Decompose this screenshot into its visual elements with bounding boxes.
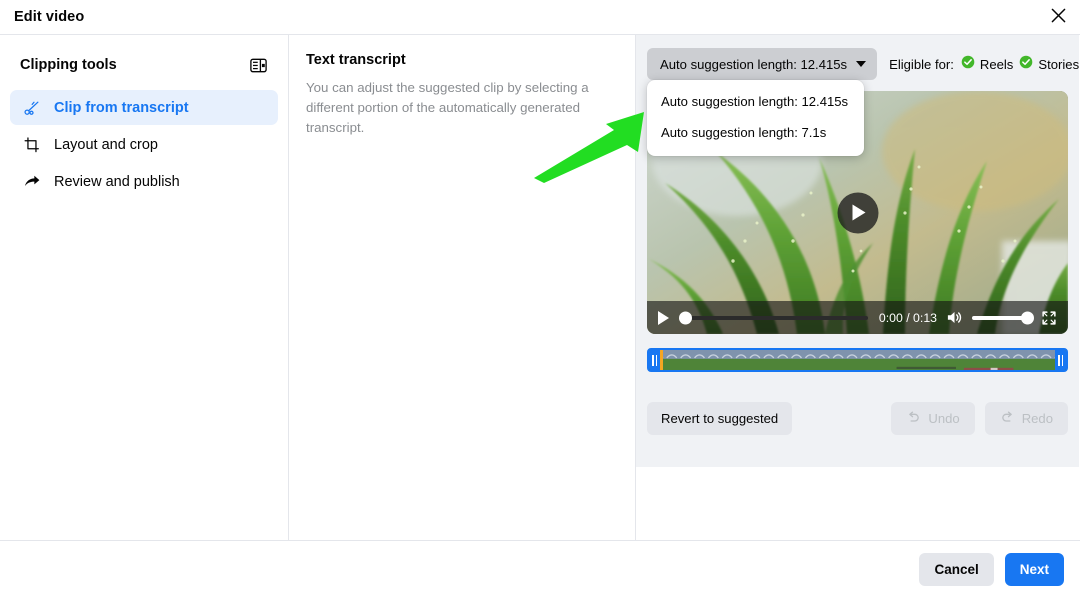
chevron-down-icon (856, 61, 867, 67)
timeline-playhead[interactable] (660, 350, 663, 370)
fullscreen-icon[interactable] (1041, 310, 1057, 326)
sidebar-item-clip-from-transcript[interactable]: Clip from transcript (10, 90, 278, 125)
auto-suggestion-length-menu: Auto suggestion length: 12.415s Auto sug… (647, 80, 864, 156)
crop-icon (22, 135, 42, 155)
revert-to-suggested-button[interactable]: Revert to suggested (647, 402, 793, 435)
seek-knob[interactable] (679, 311, 692, 324)
page-title: Edit video (14, 9, 85, 25)
trim-handle-left[interactable] (649, 350, 660, 370)
layout-panel-icon[interactable] (244, 51, 272, 79)
redo-button[interactable]: Redo (984, 402, 1068, 435)
dialog-body: Clipping tools Clip from transcript Layo… (0, 35, 1080, 562)
preview-toolbar: Auto suggestion length: 12.415s Eligible… (647, 48, 1079, 80)
transcript-description: You can adjust the suggested clip by sel… (306, 80, 589, 135)
clip-timeline[interactable] (647, 348, 1068, 372)
revert-label: Revert to suggested (661, 411, 779, 426)
redo-label: Redo (1021, 411, 1053, 426)
auto-suggestion-length-value: Auto suggestion length: 12.415s (660, 56, 848, 72)
edit-video-dialog: Edit video Clipping tools Clip from tran… (0, 0, 1080, 598)
video-seek-slider[interactable] (679, 311, 868, 324)
undo-button[interactable]: Undo (891, 402, 975, 435)
close-icon (1051, 8, 1066, 26)
cancel-button[interactable]: Cancel (919, 553, 994, 586)
video-controls: 0:00 / 0:13 (647, 301, 1068, 334)
sidebar-item-label: Review and publish (54, 173, 180, 190)
check-circle-icon (961, 55, 975, 74)
next-button[interactable]: Next (1004, 553, 1064, 586)
sidebar-item-label: Layout and crop (54, 136, 158, 153)
dialog-header: Edit video (0, 0, 1080, 34)
play-circle-icon[interactable] (837, 192, 878, 233)
eligible-for-label: Eligible for: (889, 56, 954, 72)
close-button[interactable] (1044, 3, 1072, 31)
undo-label: Undo (928, 411, 960, 426)
sidebar-item-label: Clip from transcript (54, 99, 189, 116)
scissors-icon (22, 98, 42, 118)
transcript-title: Text transcript (306, 52, 406, 68)
menu-option-12415s[interactable]: Auto suggestion length: 12.415s (647, 86, 864, 117)
eligibility-badge-reels: Reels (961, 55, 1013, 74)
sidebar-item-review-and-publish[interactable]: Review and publish (10, 164, 278, 199)
eligible-for-group: Eligible for: Reels Stories (889, 55, 1079, 74)
clip-actions: Revert to suggested Undo Redo (647, 402, 1068, 435)
sidebar-item-layout-and-crop[interactable]: Layout and crop (10, 127, 278, 162)
volume-knob[interactable] (1021, 311, 1034, 324)
undo-icon (906, 410, 921, 428)
transcript-panel: Text transcript You can adjust the sugge… (289, 35, 636, 562)
sidebar-title: Clipping tools (20, 57, 117, 73)
check-circle-icon (1019, 55, 1033, 74)
dialog-footer: Cancel Next (0, 541, 1080, 598)
auto-suggestion-length-dropdown[interactable]: Auto suggestion length: 12.415s (647, 48, 878, 80)
share-arrow-icon (22, 172, 42, 192)
play-icon[interactable] (658, 310, 669, 325)
eligibility-badge-label: Stories (1038, 56, 1080, 72)
trim-handle-right[interactable] (1055, 350, 1066, 370)
video-time-display: 0:00 / 0:13 (878, 310, 937, 325)
eligibility-badge-stories: Stories (1019, 55, 1079, 74)
menu-option-71s[interactable]: Auto suggestion length: 7.1s (647, 117, 864, 148)
eligibility-badge-label: Reels (979, 56, 1014, 72)
sidebar-nav: Clip from transcript Layout and crop Rev… (10, 90, 278, 199)
volume-slider[interactable] (972, 311, 1034, 324)
redo-icon (1000, 410, 1015, 428)
sidebar: Clipping tools Clip from transcript Layo… (0, 35, 289, 562)
preview-inner: Auto suggestion length: 12.415s Eligible… (636, 35, 1079, 467)
volume-icon[interactable] (946, 309, 963, 326)
timeline-filmstrip (649, 350, 1066, 370)
preview-panel: Auto suggestion length: 12.415s Eligible… (636, 35, 1079, 562)
sidebar-header: Clipping tools (10, 47, 278, 79)
play-triangle (852, 204, 866, 221)
